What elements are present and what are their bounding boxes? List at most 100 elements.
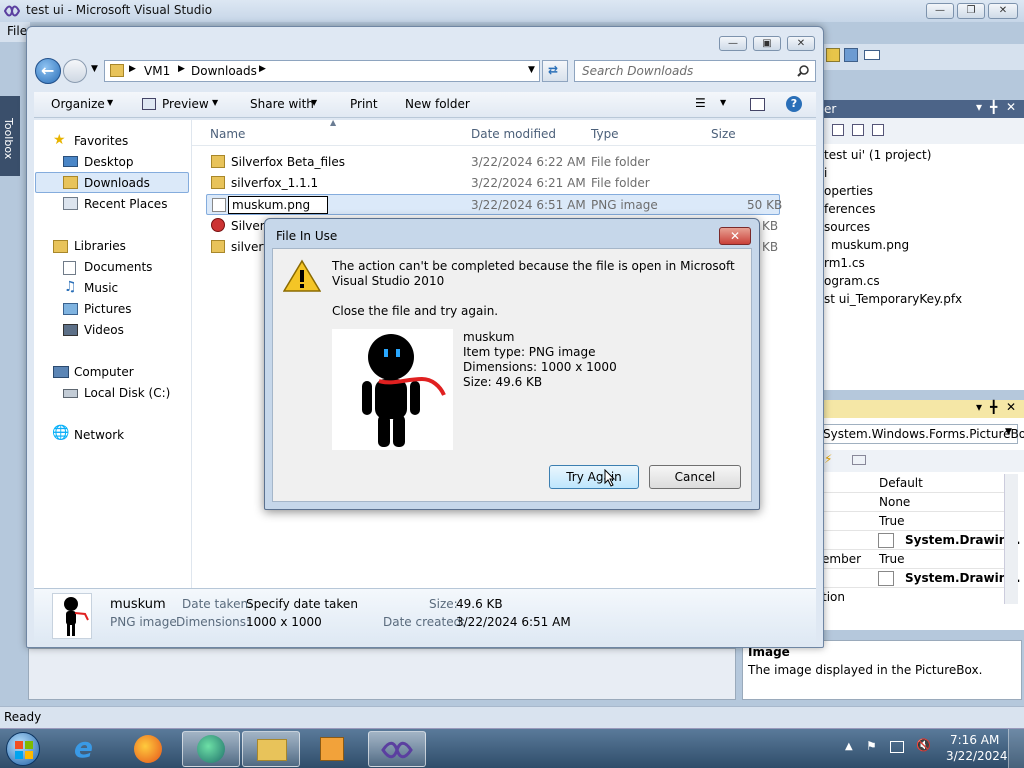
explorer-minimize-button[interactable]: — — [719, 36, 747, 51]
action-center-flag-icon[interactable]: ⚑ — [866, 739, 877, 753]
network-tray-icon[interactable] — [890, 741, 904, 753]
column-size[interactable]: Size — [711, 127, 736, 141]
taskbar-visual-studio[interactable] — [368, 731, 426, 767]
solution-item[interactable]: st ui_TemporaryKey.pfx — [824, 292, 962, 306]
property-row[interactable]: True — [822, 512, 1016, 531]
breadcrumb-separator-icon[interactable]: ▶ — [259, 64, 266, 74]
nav-computer[interactable]: Computer — [74, 365, 134, 379]
pane-dropdown-icon[interactable]: ▾ — [976, 400, 982, 414]
pin-icon[interactable]: ╋ — [990, 400, 997, 414]
column-type[interactable]: Type — [591, 127, 619, 141]
breadcrumb-separator-icon[interactable]: ▶ — [129, 64, 136, 74]
clock-time[interactable]: 7:16 AM — [950, 733, 999, 747]
dialog-close-button[interactable]: ✕ — [719, 227, 751, 245]
show-hidden-icons[interactable]: ▲ — [845, 741, 853, 752]
taskbar-internet-explorer[interactable]: e — [60, 731, 118, 767]
solution-item[interactable]: sources — [824, 220, 870, 234]
pane-close-icon[interactable]: ✕ — [1006, 100, 1016, 114]
property-pages-icon[interactable] — [852, 455, 866, 465]
back-button[interactable]: ← — [35, 58, 61, 84]
folder-icon — [211, 240, 225, 253]
details-date-taken-value[interactable]: Specify date taken — [246, 597, 358, 611]
vs-maximize-button[interactable]: ❐ — [957, 3, 985, 19]
show-desktop-button[interactable] — [1008, 729, 1024, 768]
address-bar[interactable]: ▶ VM1 ▶ Downloads ▶ ▼ — [104, 60, 540, 82]
address-dropdown-icon[interactable]: ▼ — [528, 65, 535, 75]
forward-button[interactable] — [63, 59, 87, 83]
property-row[interactable]: None — [822, 493, 1016, 512]
solution-item[interactable]: ferences — [824, 202, 876, 216]
nav-videos[interactable]: Videos — [84, 323, 124, 337]
nav-pictures[interactable]: Pictures — [84, 302, 132, 316]
taskbar-media-app[interactable] — [182, 731, 240, 767]
breadcrumb-separator-icon[interactable]: ▶ — [178, 64, 185, 74]
chevron-down-icon[interactable]: ▼ — [720, 98, 726, 107]
vs-minimize-button[interactable]: — — [926, 3, 954, 19]
search-icon[interactable] — [797, 65, 809, 77]
toolbar-form-icon[interactable] — [864, 50, 880, 60]
explorer-close-button[interactable]: ✕ — [787, 36, 815, 51]
show-files-icon[interactable] — [852, 124, 864, 136]
pin-icon[interactable]: ╋ — [990, 100, 997, 114]
nav-libraries[interactable]: Libraries — [74, 239, 126, 253]
column-date-modified[interactable]: Date modified — [471, 127, 556, 141]
events-icon[interactable]: ⚡ — [824, 452, 832, 466]
print-button[interactable]: Print — [350, 97, 378, 111]
search-box[interactable]: Search Downloads — [574, 60, 816, 82]
vs-menu-file[interactable]: File — [7, 24, 27, 38]
refresh-icon[interactable] — [872, 124, 884, 136]
explorer-maximize-button[interactable]: ▣ — [753, 36, 781, 51]
nav-network[interactable]: Network — [74, 428, 124, 442]
file-row[interactable]: silverfox_1.1.1 3/22/2024 6:21 AM File f… — [206, 173, 780, 193]
properties-object-select[interactable]: System.Windows.Forms.PictureBo ▼ — [822, 424, 1024, 444]
property-row[interactable]: tion — [822, 588, 1016, 604]
rename-field[interactable]: muskum.png — [228, 196, 328, 214]
property-row[interactable]: ember True — [822, 550, 1016, 569]
solution-item[interactable]: muskum.png — [831, 238, 909, 252]
start-button[interactable] — [6, 732, 40, 766]
taskbar-explorer[interactable] — [242, 731, 300, 767]
toolbar-tool-icon[interactable] — [826, 48, 840, 62]
nav-desktop[interactable]: Desktop — [84, 155, 134, 169]
pane-dropdown-icon[interactable]: ▾ — [976, 100, 982, 114]
nav-documents[interactable]: Documents — [84, 260, 152, 274]
clock-date[interactable]: 3/22/2024 — [946, 749, 1008, 763]
nav-favorites[interactable]: Favorites — [74, 134, 128, 148]
nav-local-disk[interactable]: Local Disk (C:) — [84, 386, 170, 400]
pane-close-icon[interactable]: ✕ — [1006, 400, 1016, 414]
organize-button[interactable]: Organize — [51, 97, 105, 111]
preview-button[interactable]: Preview — [162, 97, 209, 111]
properties-icon[interactable] — [832, 124, 844, 136]
try-again-button[interactable]: Try Again — [549, 465, 639, 489]
solution-item[interactable]: test ui' (1 project) — [824, 148, 931, 162]
breadcrumb-downloads[interactable]: Downloads — [191, 64, 257, 78]
taskbar-media-player[interactable] — [304, 731, 362, 767]
solution-item[interactable]: operties — [824, 184, 873, 198]
vs-close-button[interactable]: ✕ — [988, 3, 1018, 19]
nav-downloads[interactable]: Downloads — [84, 176, 150, 190]
refresh-button[interactable]: ⇄ — [542, 60, 568, 82]
taskbar-firefox[interactable] — [120, 731, 178, 767]
cancel-button[interactable]: Cancel — [649, 465, 741, 489]
solution-item[interactable]: i — [824, 166, 827, 180]
file-row[interactable]: Silverfox Beta_files 3/22/2024 6:22 AM F… — [206, 152, 780, 172]
file-row-selected[interactable]: muskum.png 3/22/2024 6:51 AM PNG image 5… — [206, 194, 782, 215]
column-name[interactable]: Name — [210, 127, 245, 141]
property-row[interactable]: System.Drawing. — [822, 569, 1020, 588]
preview-pane-icon[interactable] — [750, 98, 765, 111]
nav-music[interactable]: Music — [84, 281, 118, 295]
solution-item[interactable]: rm1.cs — [824, 256, 865, 270]
volume-muted-icon[interactable]: 🔇 — [916, 738, 931, 752]
property-row[interactable]: System.Drawing. — [822, 531, 1020, 550]
nav-recent-places[interactable]: Recent Places — [84, 197, 167, 211]
new-folder-button[interactable]: New folder — [405, 97, 470, 111]
properties-scrollbar[interactable] — [1004, 474, 1018, 604]
solution-item[interactable]: ogram.cs — [824, 274, 880, 288]
share-with-button[interactable]: Share with — [250, 97, 314, 111]
help-icon[interactable]: ? — [786, 96, 802, 112]
property-row[interactable]: Default — [822, 474, 1016, 493]
recent-pages-icon[interactable]: ▼ — [91, 64, 98, 74]
toolbar-window-icon[interactable] — [844, 48, 858, 62]
view-options-icon[interactable]: ☰ — [695, 96, 706, 110]
breadcrumb-vm1[interactable]: VM1 — [144, 64, 170, 78]
